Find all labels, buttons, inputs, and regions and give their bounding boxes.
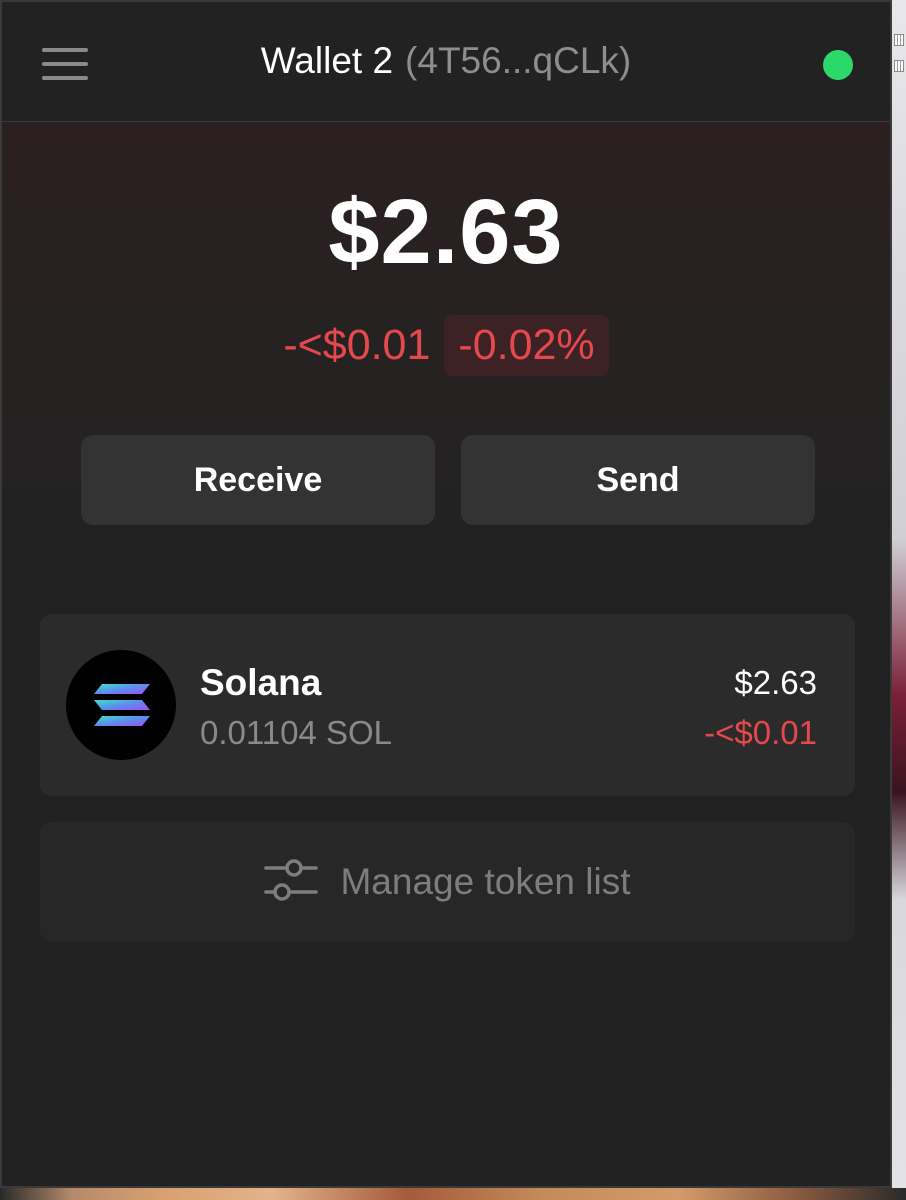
send-button[interactable]: Send [461, 435, 815, 525]
token-list-item[interactable]: Solana 0.01104 SOL $2.63 -<$0.01 [40, 614, 855, 796]
desktop-grid-icon [894, 34, 904, 46]
wallet-name: Wallet 2 [260, 40, 394, 81]
token-change: -<$0.01 [704, 714, 817, 751]
balance-change-percent-badge: -0.02% [444, 314, 609, 376]
connection-status-dot-icon [823, 50, 853, 80]
sliders-icon [264, 858, 319, 907]
wallet-selector[interactable]: Wallet 2 (4T56...qCLk) [2, 40, 890, 82]
total-balance: $2.63 [328, 181, 564, 283]
balance-change-amount: -<$0.01 [283, 320, 431, 369]
wallet-home: $2.63 -<$0.01 -0.02% Receive Send Solana… [2, 122, 890, 1186]
desktop-grid-icon [894, 60, 904, 72]
solana-logo-icon [66, 650, 176, 760]
wallet-extension-window: Wallet 2 (4T56...qCLk) $2.63 -<$0.01 -0.0… [0, 0, 892, 1188]
wallet-header: Wallet 2 (4T56...qCLk) [2, 2, 890, 122]
manage-token-list-label: Manage token list [340, 861, 631, 902]
receive-button[interactable]: Receive [81, 435, 435, 525]
token-value: $2.63 [734, 664, 817, 701]
balance-change: -<$0.01 -0.02% [2, 310, 890, 380]
wallet-address: (4T56...qCLk) [405, 40, 632, 81]
desktop-background-bottom [0, 1188, 906, 1200]
desktop-background-edge [892, 0, 906, 1200]
manage-token-list-button[interactable]: Manage token list [40, 822, 855, 942]
token-amount: 0.01104 SOL [200, 714, 393, 751]
token-name: Solana [200, 662, 322, 703]
